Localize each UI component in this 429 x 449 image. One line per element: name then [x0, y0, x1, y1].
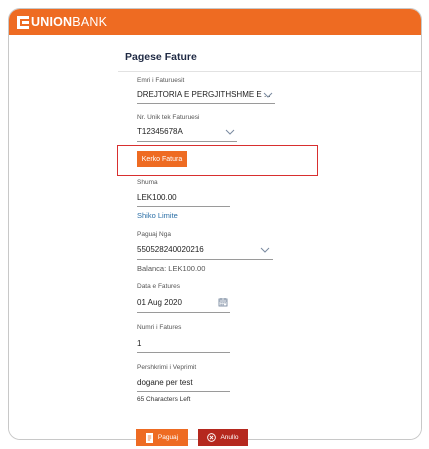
- cancel-button[interactable]: Anullo: [198, 429, 248, 446]
- amount-underline: [137, 206, 230, 207]
- invoice-date-underline: [137, 312, 230, 313]
- description-value[interactable]: dogane per test: [137, 378, 193, 387]
- pay-button[interactable]: Paguaj: [136, 429, 188, 446]
- chevron-down-icon[interactable]: [260, 246, 270, 254]
- amount-label: Shuma: [137, 179, 158, 186]
- pay-button-label: Paguaj: [157, 434, 179, 441]
- brand-name-bold: UNION: [31, 15, 73, 29]
- pay-from-underline: [137, 259, 273, 260]
- sidebar: [9, 35, 118, 439]
- close-circle-icon: [207, 433, 217, 442]
- unionbank-logo[interactable]: UNIONBANK: [17, 15, 107, 29]
- unique-number-underline: [137, 141, 237, 142]
- description-label: Pershkrimi i Veprimit: [137, 364, 197, 371]
- cancel-button-label: Anullo: [220, 434, 239, 441]
- calendar-icon[interactable]: [218, 297, 228, 307]
- invoice-number-underline: [137, 352, 230, 353]
- brand-name-light: BANK: [72, 15, 108, 29]
- unionbank-logo-icon: [17, 15, 29, 29]
- app-window: UNIONBANK Pagese Fature: [8, 8, 422, 440]
- page-title: Pagese Fature: [125, 51, 197, 63]
- biller-name-label: Emri i Faturuesit: [137, 77, 185, 84]
- biller-name-underline: [137, 103, 275, 104]
- chevron-down-icon[interactable]: [225, 128, 235, 136]
- invoice-date-label: Data e Fatures: [137, 283, 180, 290]
- unique-number-value[interactable]: T12345678A: [137, 127, 183, 136]
- document-icon: [145, 432, 153, 443]
- invoice-date-value[interactable]: 01 Aug 2020: [137, 298, 182, 307]
- amount-value[interactable]: LEK100.00: [137, 193, 177, 202]
- invoice-number-value[interactable]: 1: [137, 339, 141, 348]
- invoice-number-label: Numri i Fatures: [137, 324, 182, 331]
- pay-from-label: Paguaj Nga: [137, 231, 171, 238]
- brand-name: UNIONBANK: [31, 15, 107, 29]
- search-invoice-button[interactable]: Kerko Fatura: [137, 151, 187, 167]
- unique-number-label: Nr. Unik tek Faturuesi: [137, 114, 200, 121]
- top-bar: UNIONBANK: [9, 9, 421, 35]
- view-limits-link[interactable]: Shiko Limite: [137, 211, 178, 220]
- characters-left-text: 65 Characters Left: [137, 396, 191, 403]
- biller-name-value[interactable]: DREJTORIA E PERGJITHSHME E ...: [137, 90, 271, 99]
- chevron-down-icon[interactable]: [263, 91, 273, 99]
- description-underline: [137, 391, 230, 392]
- title-divider: [118, 71, 421, 72]
- pay-from-value[interactable]: 550528240020216: [137, 245, 204, 254]
- balance-text: Balanca: LEK100.00: [137, 264, 206, 273]
